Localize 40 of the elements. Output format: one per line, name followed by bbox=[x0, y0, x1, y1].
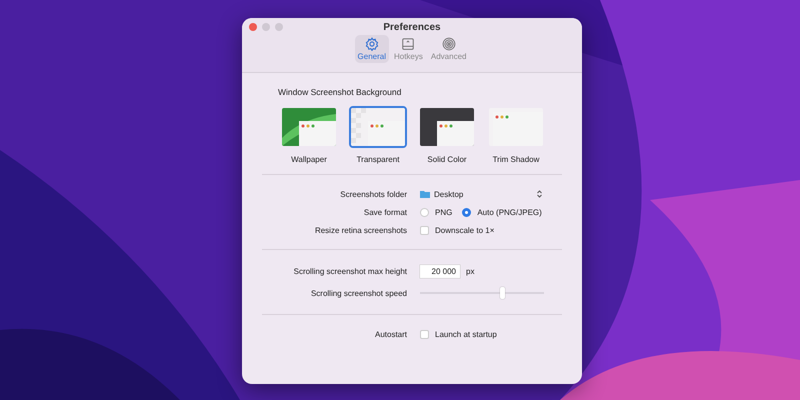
minimize-button[interactable] bbox=[262, 23, 270, 31]
tab[interactable]: Hotkeys bbox=[390, 35, 426, 63]
setting-label: Save format bbox=[362, 208, 407, 216]
close-button[interactable] bbox=[249, 23, 257, 31]
checkbox[interactable] bbox=[420, 330, 429, 338]
window-title: Preferences bbox=[383, 22, 441, 33]
slider-thumb[interactable] bbox=[500, 287, 505, 299]
height-field[interactable]: 20 000 bbox=[420, 264, 460, 278]
folder-icon bbox=[420, 190, 430, 198]
window-style-preview bbox=[282, 108, 336, 146]
radio-label: PNG bbox=[435, 208, 452, 216]
spiral-icon bbox=[442, 37, 456, 51]
window-style-preview bbox=[489, 108, 543, 146]
setting-label: Resize retina screenshots bbox=[314, 226, 407, 234]
setting-label: Screenshots folder bbox=[339, 190, 407, 198]
zoom-button[interactable] bbox=[275, 23, 283, 31]
setting-label: Scrolling screenshot max height bbox=[292, 266, 407, 276]
radio-button[interactable] bbox=[462, 208, 472, 216]
checkbox[interactable] bbox=[420, 226, 429, 234]
window-style-preview bbox=[420, 108, 474, 146]
setting-label: Autostart bbox=[374, 330, 407, 338]
setting-label: Scrolling screenshot speed bbox=[310, 288, 407, 298]
option-label: Trim Shadow bbox=[492, 155, 540, 164]
section-title: Window Screenshot Background bbox=[278, 87, 402, 97]
unit-label: px bbox=[466, 266, 474, 276]
option-label: Transparent bbox=[356, 155, 400, 164]
chevron-icon bbox=[537, 190, 542, 198]
option-label: Wallpaper bbox=[291, 155, 327, 164]
option-label: Solid Color bbox=[427, 155, 467, 164]
radio-button[interactable] bbox=[420, 208, 429, 216]
radio-label: Auto (PNG/JPEG) bbox=[477, 208, 542, 216]
checkbox-label: Launch at startup bbox=[435, 330, 497, 338]
tab[interactable]: General bbox=[354, 35, 389, 63]
background-option[interactable] bbox=[418, 106, 476, 148]
tab[interactable]: Advanced bbox=[428, 35, 470, 63]
window-style-preview bbox=[351, 108, 405, 146]
checkbox-label: Downscale to 1× bbox=[435, 226, 494, 234]
folder-popup[interactable]: Desktop bbox=[420, 190, 542, 198]
gear-icon bbox=[364, 37, 379, 51]
keyboard-icon bbox=[401, 37, 416, 51]
